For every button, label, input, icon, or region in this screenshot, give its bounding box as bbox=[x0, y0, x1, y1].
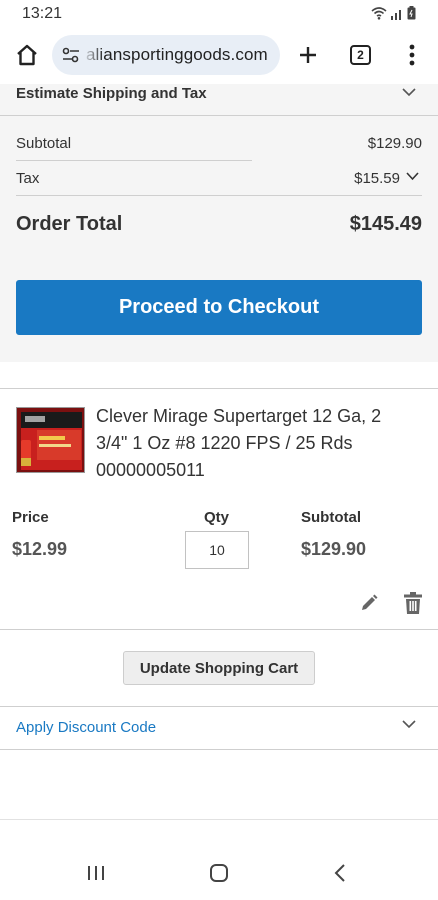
update-shopping-cart-button[interactable]: Update Shopping Cart bbox=[123, 651, 315, 685]
url-fade bbox=[82, 35, 104, 75]
tax-value[interactable]: $15.59 bbox=[354, 170, 400, 187]
divider bbox=[0, 819, 438, 820]
subtotal-value: $129.90 bbox=[367, 135, 422, 152]
product-name[interactable]: Clever Mirage Supertarget 12 Ga, 2 3/4" … bbox=[96, 403, 416, 484]
qty-label: Qty bbox=[204, 509, 230, 526]
price-label: Price bbox=[12, 509, 49, 526]
chevron-down-icon[interactable] bbox=[402, 720, 416, 729]
recents-icon[interactable] bbox=[86, 864, 106, 882]
signal-icon bbox=[391, 9, 401, 20]
chevron-down-icon bbox=[402, 88, 416, 97]
chevron-down-icon[interactable] bbox=[406, 172, 419, 181]
back-icon[interactable] bbox=[333, 863, 347, 883]
divider bbox=[0, 115, 438, 116]
divider bbox=[0, 629, 438, 630]
tax-label: Tax bbox=[16, 170, 40, 187]
item-subtotal-value: $129.90 bbox=[301, 539, 367, 559]
remove-item-button[interactable] bbox=[401, 591, 425, 615]
edit-item-button[interactable] bbox=[358, 592, 380, 614]
estimate-shipping-label: Estimate Shipping and Tax bbox=[16, 85, 207, 102]
apply-discount-code-toggle[interactable]: Apply Discount Code bbox=[16, 719, 156, 736]
browser-toolbar: aliansportinggoods.com 2 bbox=[0, 28, 438, 84]
pencil-icon bbox=[362, 594, 378, 610]
system-nav-bar bbox=[0, 846, 438, 900]
divider bbox=[0, 749, 438, 750]
nav-home-icon[interactable] bbox=[209, 863, 229, 883]
divider bbox=[0, 388, 438, 389]
estimate-shipping-toggle[interactable]: Estimate Shipping and Tax bbox=[0, 84, 438, 116]
trash-icon bbox=[404, 592, 422, 614]
site-settings-icon[interactable] bbox=[60, 44, 82, 66]
subtotal-label: Subtotal bbox=[16, 135, 72, 152]
order-total-value: $145.49 bbox=[349, 213, 422, 235]
plus-icon bbox=[300, 47, 316, 63]
price-value: $12.99 bbox=[12, 539, 68, 559]
proceed-to-checkout-button[interactable]: Proceed to Checkout bbox=[16, 280, 422, 335]
browser-home-button[interactable] bbox=[12, 40, 42, 70]
tab-switcher-button[interactable]: 2 bbox=[350, 45, 371, 65]
product-image[interactable] bbox=[16, 407, 85, 473]
divider bbox=[16, 160, 252, 161]
home-icon bbox=[17, 44, 37, 66]
divider bbox=[0, 706, 438, 707]
qty-input[interactable] bbox=[185, 531, 249, 569]
status-bar: 13:21 bbox=[0, 0, 438, 28]
cart-summary: Estimate Shipping and Tax Subtotal $129.… bbox=[0, 84, 438, 362]
order-total-label: Order Total bbox=[16, 213, 123, 235]
divider bbox=[16, 195, 422, 196]
url-text: aliansportinggoods.com bbox=[86, 45, 268, 64]
item-subtotal-label: Subtotal bbox=[301, 509, 361, 526]
browser-menu-button[interactable] bbox=[398, 40, 426, 70]
battery-icon bbox=[407, 6, 416, 20]
more-vert-icon bbox=[409, 44, 415, 66]
status-icons bbox=[371, 6, 416, 20]
wifi-icon bbox=[371, 7, 387, 20]
new-tab-button[interactable] bbox=[293, 40, 323, 70]
address-bar[interactable]: aliansportinggoods.com bbox=[52, 35, 280, 75]
status-time: 13:21 bbox=[22, 5, 63, 22]
